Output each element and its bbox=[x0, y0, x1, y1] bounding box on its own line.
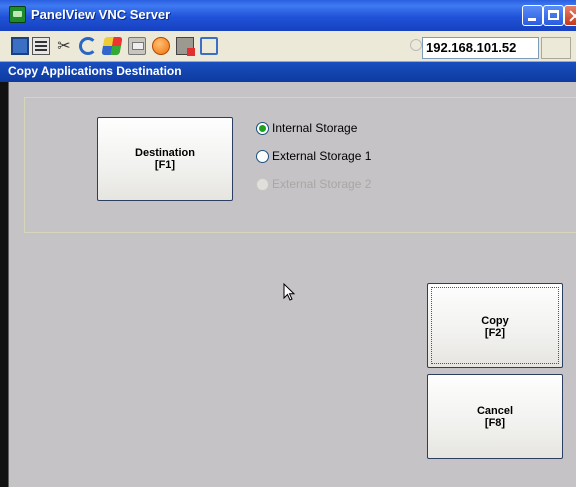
cancel-button-key: [F8] bbox=[484, 417, 506, 429]
address-dropdown[interactable] bbox=[541, 37, 571, 59]
maximize-button[interactable] bbox=[543, 5, 564, 26]
vnc-app-icon bbox=[9, 6, 26, 23]
copy-button[interactable]: Copy [F2] bbox=[427, 283, 563, 368]
radio-label: External Storage 2 bbox=[272, 177, 372, 191]
radio-label: Internal Storage bbox=[272, 121, 358, 135]
vnc-options-icon[interactable] bbox=[11, 37, 29, 55]
destination-button-label: Destination bbox=[135, 147, 195, 159]
left-border bbox=[0, 82, 9, 487]
dialog-header: Copy Applications Destination bbox=[0, 62, 576, 82]
close-button[interactable] bbox=[564, 5, 576, 26]
cancel-button-label: Cancel bbox=[476, 405, 514, 417]
refresh-icon[interactable] bbox=[79, 37, 97, 55]
mouse-cursor-icon bbox=[283, 283, 296, 301]
connection-status-icon bbox=[410, 39, 422, 51]
copy-button-key: [F2] bbox=[484, 327, 506, 339]
cancel-button[interactable]: Cancel [F8] bbox=[427, 374, 563, 459]
fullscreen-icon[interactable] bbox=[200, 37, 218, 55]
keyboard-icon[interactable] bbox=[128, 37, 146, 55]
radio-selected-icon[interactable] bbox=[256, 122, 269, 135]
tools-icon[interactable]: ✂ bbox=[55, 37, 73, 55]
alt-icon[interactable] bbox=[152, 37, 170, 55]
dialog-title: Copy Applications Destination bbox=[8, 64, 182, 78]
start-menu-icon[interactable] bbox=[101, 37, 123, 55]
destination-button-key: [F1] bbox=[154, 159, 176, 171]
title-bar[interactable]: PanelView VNC Server bbox=[0, 0, 576, 31]
connection-info-icon[interactable] bbox=[32, 37, 50, 55]
address-field[interactable]: 192.168.101.52 bbox=[422, 37, 539, 59]
radio-disabled-icon bbox=[256, 178, 269, 191]
destination-button[interactable]: Destination [F1] bbox=[97, 117, 233, 201]
radio-unselected-icon[interactable] bbox=[256, 150, 269, 163]
minimize-button[interactable] bbox=[522, 5, 543, 26]
copy-button-label: Copy bbox=[481, 315, 509, 327]
window-title: PanelView VNC Server bbox=[31, 7, 171, 22]
disconnect-icon[interactable] bbox=[176, 37, 195, 56]
radio-label: External Storage 1 bbox=[272, 149, 372, 163]
